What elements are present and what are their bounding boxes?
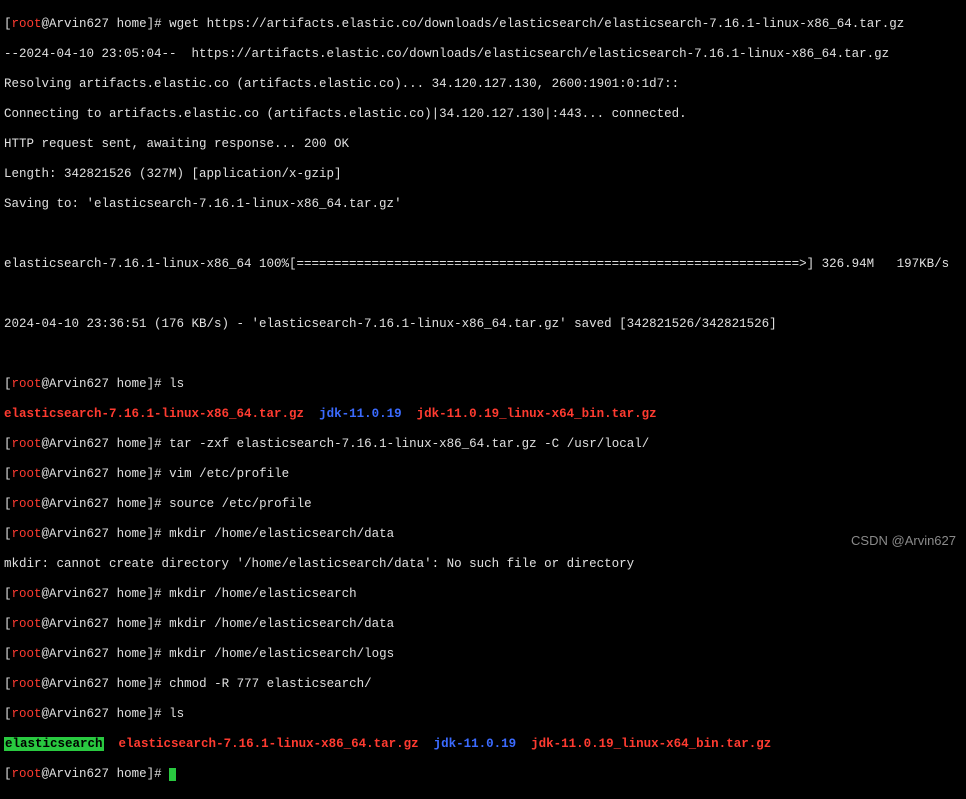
ls1-es-tar: elasticsearch-7.16.1-linux-x86_64.tar.gz <box>4 407 304 421</box>
wget-out-3: Connecting to artifacts.elastic.co (arti… <box>4 107 962 122</box>
ls1-jdk-dir: jdk-11.0.19 <box>319 407 402 421</box>
line-tar: [root@Arvin627 home]# tar -zxf elasticse… <box>4 437 962 452</box>
cmd-vim: vim /etc/profile <box>169 467 289 481</box>
cmd-mkdir-logs: mkdir /home/elasticsearch/logs <box>169 647 394 661</box>
line-vim: [root@Arvin627 home]# vim /etc/profile <box>4 467 962 482</box>
line-chmod: [root@Arvin627 home]# chmod -R 777 elast… <box>4 677 962 692</box>
line-mkdir-data1: [root@Arvin627 home]# mkdir /home/elasti… <box>4 527 962 542</box>
ls2-jdk-tar: jdk-11.0.19_linux-x64_bin.tar.gz <box>531 737 771 751</box>
ls1-jdk-tar: jdk-11.0.19_linux-x64_bin.tar.gz <box>417 407 657 421</box>
prompt-host: Arvin627 <box>49 17 109 31</box>
prompt-user: root <box>12 17 42 31</box>
line-mkdir-data2: [root@Arvin627 home]# mkdir /home/elasti… <box>4 617 962 632</box>
cursor-icon <box>169 768 176 781</box>
wget-saved: 2024-04-10 23:36:51 (176 KB/s) - 'elasti… <box>4 317 962 332</box>
cmd-mkdir-es: mkdir /home/elasticsearch <box>169 587 357 601</box>
ls2-es-tar: elasticsearch-7.16.1-linux-x86_64.tar.gz <box>119 737 419 751</box>
cmd-ls2: ls <box>169 707 184 721</box>
cmd-mkdir-data1: mkdir /home/elasticsearch/data <box>169 527 394 541</box>
cmd-ls1: ls <box>169 377 184 391</box>
cmd-tar: tar -zxf elasticsearch-7.16.1-linux-x86_… <box>169 437 649 451</box>
blank-1 <box>4 227 962 242</box>
blank-3 <box>4 347 962 362</box>
prompt-cwd: home <box>117 17 147 31</box>
watermark: CSDN @Arvin627 <box>851 533 956 548</box>
line-mkdir-es: [root@Arvin627 home]# mkdir /home/elasti… <box>4 587 962 602</box>
ls2-es-dir: elasticsearch <box>4 737 104 751</box>
ls2-output: elasticsearch elasticsearch-7.16.1-linux… <box>4 737 962 752</box>
line-prompt-cursor[interactable]: [root@Arvin627 home]# <box>4 767 962 782</box>
wget-out-2: Resolving artifacts.elastic.co (artifact… <box>4 77 962 92</box>
terminal[interactable]: [root@Arvin627 home]# wget https://artif… <box>0 0 966 799</box>
ls1-output: elasticsearch-7.16.1-linux-x86_64.tar.gz… <box>4 407 962 422</box>
line-mkdir-logs: [root@Arvin627 home]# mkdir /home/elasti… <box>4 647 962 662</box>
wget-progress: elasticsearch-7.16.1-linux-x86_64 100%[=… <box>4 257 962 272</box>
wget-out-6: Saving to: 'elasticsearch-7.16.1-linux-x… <box>4 197 962 212</box>
ls2-jdk-dir: jdk-11.0.19 <box>434 737 517 751</box>
cmd-source: source /etc/profile <box>169 497 312 511</box>
mkdir-error: mkdir: cannot create directory '/home/el… <box>4 557 962 572</box>
cmd-chmod: chmod -R 777 elasticsearch/ <box>169 677 372 691</box>
wget-out-4: HTTP request sent, awaiting response... … <box>4 137 962 152</box>
line-ls1: [root@Arvin627 home]# ls <box>4 377 962 392</box>
cmd-mkdir-data2: mkdir /home/elasticsearch/data <box>169 617 394 631</box>
line-wget-cmd: [root@Arvin627 home]# wget https://artif… <box>4 17 962 32</box>
wget-out-1: --2024-04-10 23:05:04-- https://artifact… <box>4 47 962 62</box>
line-source: [root@Arvin627 home]# source /etc/profil… <box>4 497 962 512</box>
blank-2 <box>4 287 962 302</box>
cmd-wget: wget https://artifacts.elastic.co/downlo… <box>169 17 904 31</box>
wget-out-5: Length: 342821526 (327M) [application/x-… <box>4 167 962 182</box>
line-ls2: [root@Arvin627 home]# ls <box>4 707 962 722</box>
